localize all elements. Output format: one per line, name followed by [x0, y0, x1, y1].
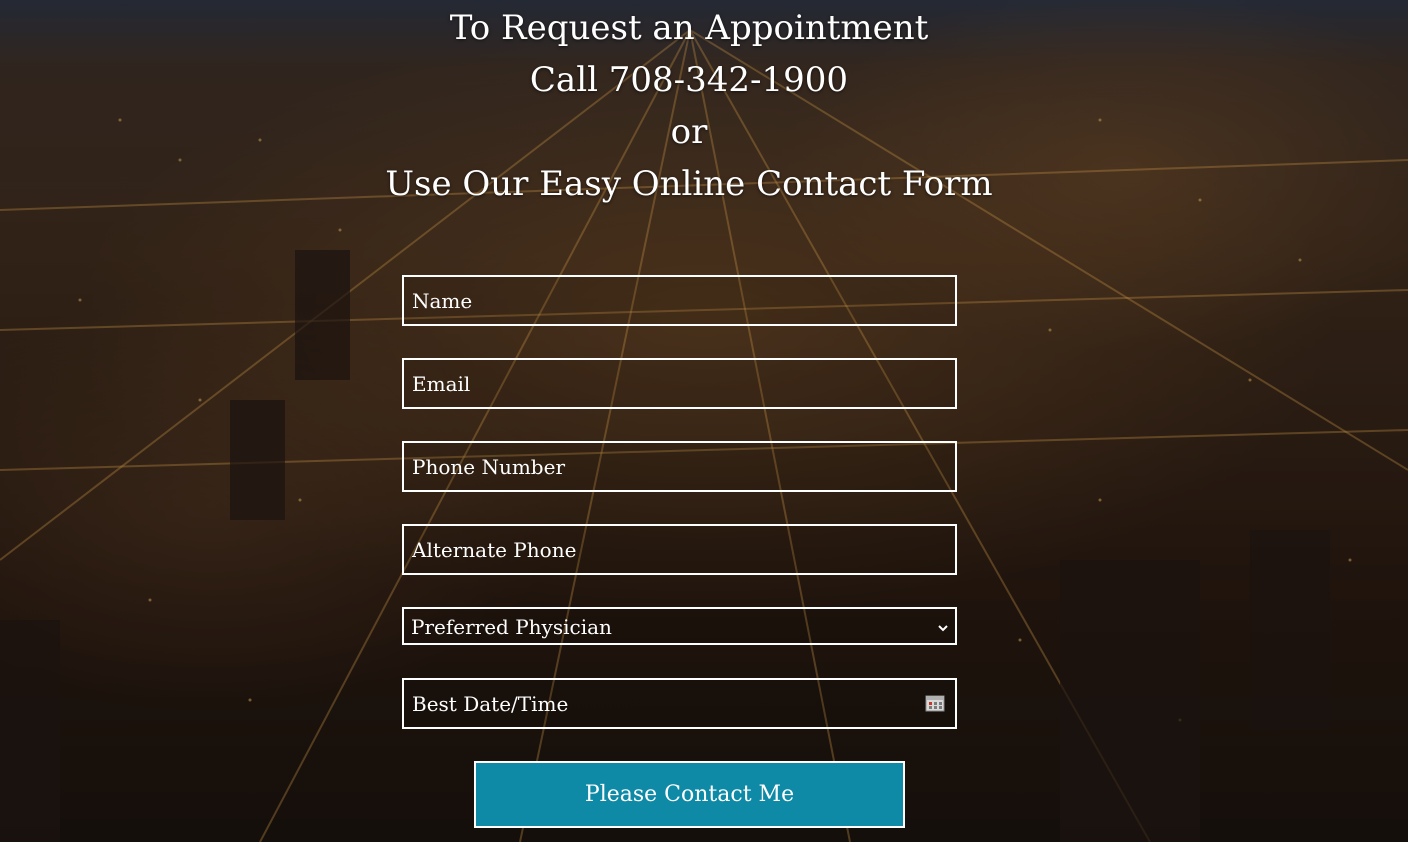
calendar-icon[interactable]	[925, 695, 945, 712]
appointment-section: To Request an Appointment Call 708-342-1…	[0, 0, 1408, 842]
physician-select-value: Preferred Physician	[411, 615, 612, 639]
email-field-wrapper	[402, 358, 957, 409]
heading-form: Use Our Easy Online Contact Form	[385, 164, 993, 204]
chevron-down-icon	[937, 619, 949, 632]
phone-field-wrapper	[402, 441, 957, 492]
name-input[interactable]	[404, 277, 955, 324]
heading-or: or	[670, 112, 708, 152]
phone-input[interactable]	[404, 443, 955, 490]
datetime-field-wrapper	[402, 678, 957, 729]
name-field-wrapper	[402, 275, 957, 326]
contact-me-button[interactable]: Please Contact Me	[474, 761, 905, 828]
heading-phone: Call 708-342-1900	[529, 60, 849, 100]
datetime-input[interactable]	[404, 680, 955, 727]
email-input[interactable]	[404, 360, 955, 407]
physician-select[interactable]: Preferred Physician	[402, 607, 957, 645]
alt-phone-field-wrapper	[402, 524, 957, 575]
alt-phone-input[interactable]	[404, 526, 955, 573]
heading-request: To Request an Appointment	[449, 8, 929, 48]
